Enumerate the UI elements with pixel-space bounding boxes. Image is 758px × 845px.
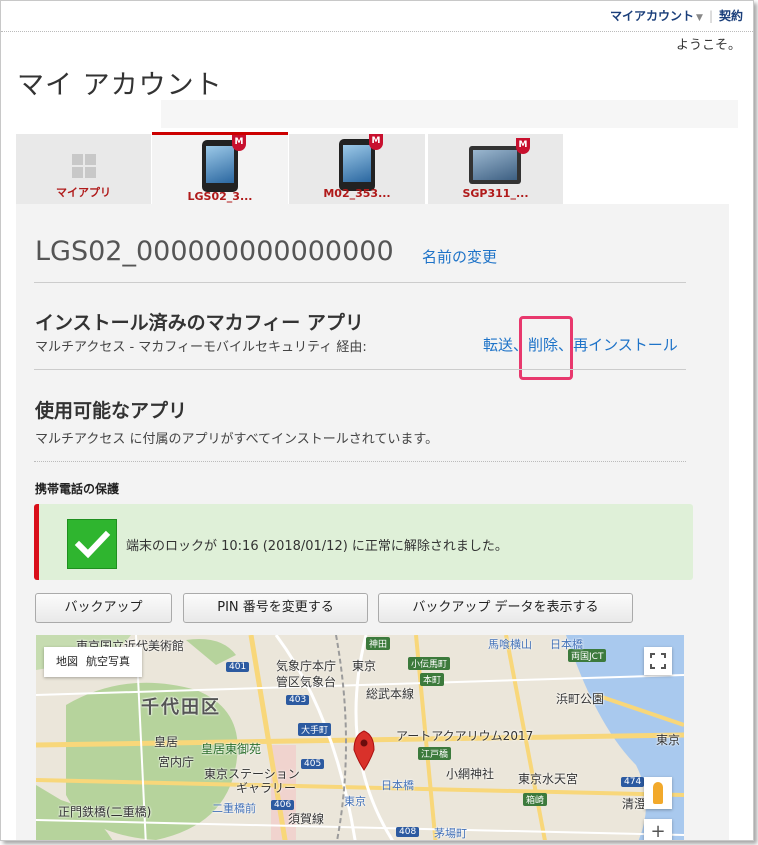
divider: [34, 282, 686, 283]
map-type-satellite-button[interactable]: 航空写真: [86, 655, 130, 668]
transfer-link[interactable]: 転送: [483, 336, 513, 354]
tab-device-lgs02[interactable]: M LGS02_3...: [152, 132, 288, 207]
installed-actions: 転送、削除、再インストール: [483, 334, 678, 355]
fullscreen-icon[interactable]: [644, 647, 672, 675]
map-label: 二重橋前: [212, 802, 256, 815]
alert-message: 端末のロックが 10:16 (2018/01/12) に正常に解除されました。: [126, 539, 508, 554]
apps-grid-icon: [72, 154, 96, 178]
map-label: 401: [226, 662, 250, 672]
nav-separator: |: [708, 9, 713, 23]
map-label: 皇居: [154, 735, 179, 749]
highlight-box: [519, 316, 573, 380]
location-map[interactable]: 東京国立近代美術館 千代田区 気象庁本庁 管区気象台 東京 総武本線 本町 アー…: [36, 635, 684, 840]
map-label: 千代田区: [141, 697, 221, 718]
map-label: 気象庁本庁: [276, 659, 337, 673]
map-label: 大手町: [298, 723, 332, 736]
rename-link[interactable]: 名前の変更: [422, 246, 497, 267]
available-apps-description: マルチアクセス に付属のアプリがすべてインストールされています。: [35, 432, 439, 447]
top-nav: マイアカウント ▼ | 契約: [610, 7, 743, 24]
page-frame: マイアカウント ▼ | 契約 ようこそ。 マイ アカウント マイアプリ M LGS02…: [0, 0, 754, 841]
map-label: 日本橋: [381, 779, 414, 792]
success-alert: 端末のロックが 10:16 (2018/01/12) に正常に解除されました。: [34, 504, 693, 580]
map-label: 東京水天宮: [518, 772, 579, 786]
divider: [34, 461, 686, 462]
map-label: 馬喰横山: [488, 638, 532, 651]
tab-my-apps[interactable]: マイアプリ: [16, 134, 151, 204]
map-label: 405: [301, 759, 325, 769]
reinstall-link[interactable]: 再インストール: [573, 336, 678, 354]
zoom-in-button[interactable]: +: [644, 819, 672, 840]
tab-device-sgp311[interactable]: M SGP311_...: [428, 134, 563, 204]
page-title: マイ アカウント: [17, 70, 223, 101]
map-label: 本町: [420, 673, 445, 686]
map-label: 474: [621, 777, 645, 787]
checkmark-icon: [67, 519, 117, 569]
map-label: ギャラリー: [236, 781, 297, 795]
header-divider: [1, 31, 753, 32]
tab-label: M02_353...: [323, 187, 391, 200]
backup-button[interactable]: バックアップ: [35, 593, 172, 623]
map-label: 東京: [656, 733, 681, 747]
map-label: 小網神社: [446, 767, 495, 781]
tablet-icon: [469, 146, 521, 184]
available-apps-heading: 使用可能なアプリ: [35, 400, 188, 422]
map-label: 江戸橋: [418, 747, 452, 760]
map-type-map-button[interactable]: 地図: [56, 655, 78, 668]
map-label: 宮内庁: [158, 755, 195, 769]
map-label: 408: [396, 827, 420, 837]
map-label: 須賀線: [288, 812, 325, 826]
phone-protection-heading: 携帯電話の保護: [35, 482, 120, 496]
map-label: 日本橋: [550, 638, 583, 651]
my-account-menu[interactable]: マイアカウント: [610, 9, 694, 23]
map-label: 小伝馬町: [408, 657, 451, 670]
show-backup-button[interactable]: バックアップ データを表示する: [378, 593, 633, 623]
device-panel: LGS02_000000000000000 名前の変更 インストール済みのマカフ…: [16, 204, 729, 840]
map-label: 406: [271, 800, 295, 810]
contract-link[interactable]: 契約: [719, 9, 743, 23]
tab-label: LGS02_3...: [187, 190, 253, 203]
map-label: アートアクアリウム2017: [396, 729, 534, 743]
map-label: 皇居東御苑: [201, 742, 262, 756]
street-view-pegman-icon[interactable]: [644, 777, 672, 809]
map-label: 浜町公園: [556, 692, 605, 706]
tab-label: マイアプリ: [56, 186, 111, 199]
tab-device-m02[interactable]: M M02_353...: [289, 134, 425, 204]
map-label: 正門鉄橋(二重橋): [58, 805, 152, 819]
title-bar-background: [161, 100, 738, 128]
device-name: LGS02_000000000000000: [35, 236, 394, 267]
map-label: 東京: [344, 795, 366, 808]
mcafee-badge-icon: M: [232, 135, 246, 151]
map-label: 管区気象台: [276, 675, 337, 689]
mcafee-badge-icon: M: [516, 138, 530, 154]
welcome-text: ようこそ。: [675, 38, 741, 53]
map-label: 茅場町: [434, 827, 467, 840]
installed-apps-description: マルチアクセス - マカフィーモバイルセキュリティ 経由:: [35, 340, 367, 355]
map-type-control: 地図 航空写真: [44, 647, 142, 677]
map-label: 403: [286, 695, 310, 705]
map-label: 清澄: [622, 797, 647, 811]
map-label: 総武本線: [366, 687, 415, 701]
map-label: 東京: [352, 659, 377, 673]
map-label: 箱崎: [523, 793, 548, 806]
mcafee-badge-icon: M: [369, 134, 383, 150]
chevron-down-icon[interactable]: ▼: [696, 13, 703, 23]
map-label: 神田: [366, 637, 391, 650]
divider: [34, 369, 686, 370]
change-pin-button[interactable]: PIN 番号を変更する: [183, 593, 368, 623]
tab-label: SGP311_...: [462, 187, 529, 200]
installed-apps-heading: インストール済みのマカフィー アプリ: [35, 312, 364, 334]
